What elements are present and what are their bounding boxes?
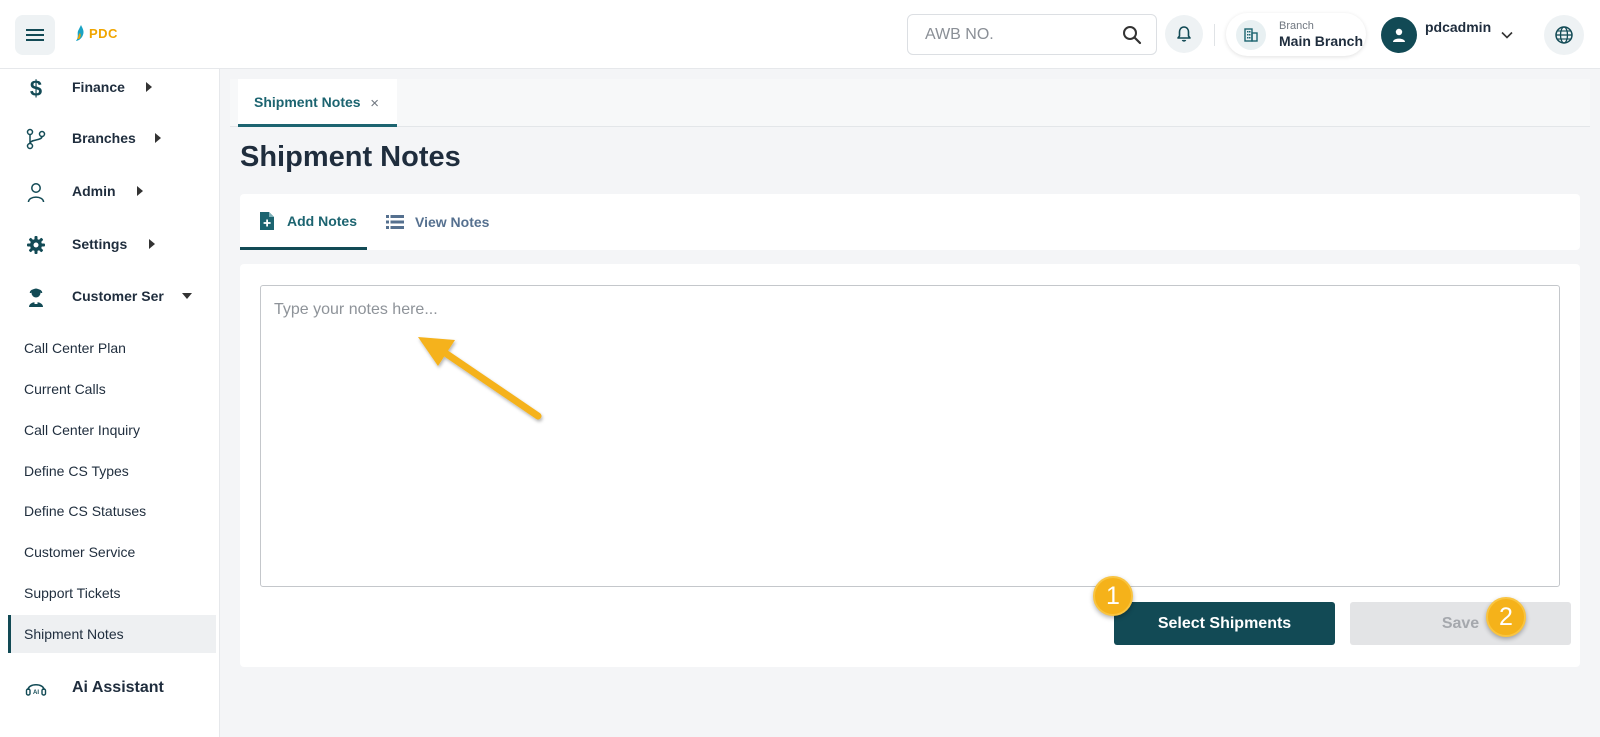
awb-search-input[interactable]	[908, 15, 1108, 54]
step-badge-1: 1	[1093, 576, 1133, 616]
gear-icon	[24, 233, 48, 257]
sidebar-item-customer-service[interactable]: Customer Ser	[0, 276, 220, 316]
add-document-icon	[260, 211, 274, 230]
caret-right-icon	[155, 133, 161, 143]
branch-selector[interactable]: Branch Main Branch	[1226, 13, 1366, 56]
sidebar-item-branches[interactable]: Branches	[0, 118, 220, 158]
tab-view-notes[interactable]: View Notes	[386, 194, 506, 250]
sidebar-item-label: Ai Assistant	[72, 679, 164, 696]
sidebar-item-label: Customer Ser	[72, 288, 164, 304]
sidebar-item-label: Branches	[72, 130, 136, 146]
sidebar-subitem-define-cs-types[interactable]: Define CS Types	[8, 452, 216, 490]
tab-label: Shipment Notes	[254, 93, 361, 110]
language-button[interactable]	[1544, 15, 1584, 55]
user-icon	[24, 180, 48, 204]
save-button[interactable]: Save	[1350, 602, 1571, 645]
avatar	[1381, 17, 1417, 53]
notifications-button[interactable]	[1165, 15, 1203, 53]
sidebar-item-label: Finance	[72, 79, 125, 95]
user-menu[interactable]: pdcadmin	[1381, 15, 1513, 55]
tab-add-notes[interactable]: Add Notes	[240, 194, 367, 250]
sidebar-subitem-call-center-inquiry[interactable]: Call Center Inquiry	[8, 411, 216, 449]
bell-icon	[1177, 26, 1191, 42]
person-icon	[1393, 28, 1405, 42]
sidebar-subitem-define-cs-statuses[interactable]: Define CS Statuses	[8, 492, 216, 530]
notes-textarea[interactable]	[260, 285, 1560, 587]
branch-icon	[24, 127, 48, 151]
step-badge-2: 2	[1486, 597, 1526, 637]
close-icon[interactable]: ×	[370, 95, 379, 112]
notes-card: Select Shipments Save	[240, 264, 1580, 667]
sidebar-subitem-customer-service[interactable]: Customer Service	[8, 533, 216, 571]
top-bar: PDC Branch Main Bra	[0, 0, 1600, 69]
svg-text:AI: AI	[33, 690, 39, 696]
awb-search-box	[907, 14, 1157, 55]
agent-icon	[24, 285, 48, 309]
chevron-down-icon	[1501, 31, 1513, 39]
logo-text: PDC	[89, 25, 118, 41]
caret-right-icon	[146, 82, 152, 92]
sidebar-item-finance[interactable]: $ Finance	[0, 67, 220, 107]
sidebar-subitem-support-tickets[interactable]: Support Tickets	[8, 574, 216, 612]
caret-down-icon	[182, 293, 192, 299]
select-shipments-button[interactable]: Select Shipments	[1114, 602, 1335, 645]
username: pdcadmin	[1425, 19, 1492, 35]
sidebar-item-label: Admin	[72, 183, 116, 199]
svg-text:$: $	[30, 76, 42, 100]
subtab-bar: Add Notes View Notes	[240, 194, 1580, 250]
sidebar-item-settings[interactable]: Settings	[0, 224, 220, 264]
globe-icon	[1555, 26, 1573, 44]
caret-right-icon	[149, 239, 155, 249]
sidebar-subitem-current-calls[interactable]: Current Calls	[8, 370, 216, 408]
sidebar-subitem-call-center-plan[interactable]: Call Center Plan	[8, 329, 216, 367]
page-title: Shipment Notes	[240, 141, 461, 173]
branch-caption: Branch	[1279, 20, 1314, 32]
logo-flame-icon	[76, 25, 84, 41]
ai-headset-icon: AI	[24, 677, 48, 701]
tab-view-notes-label: View Notes	[415, 214, 490, 230]
header-divider	[1214, 24, 1215, 46]
sidebar-item-admin[interactable]: Admin	[0, 171, 220, 211]
list-icon	[386, 215, 404, 229]
tab-add-notes-label: Add Notes	[287, 212, 357, 229]
tab-strip: Shipment Notes ×	[230, 79, 1590, 127]
sidebar: $ Finance Branches Admin Settings Custom…	[0, 69, 220, 737]
main-content: Shipment Notes × Shipment Notes Add Note…	[230, 79, 1590, 729]
menu-button[interactable]	[15, 15, 55, 55]
caret-right-icon	[137, 186, 143, 196]
building-icon	[1236, 20, 1266, 50]
sidebar-item-label: Settings	[72, 236, 128, 252]
dollar-icon: $	[24, 76, 48, 100]
branch-name: Main Branch	[1279, 33, 1364, 49]
tab-shipment-notes[interactable]: Shipment Notes ×	[238, 79, 397, 127]
search-icon[interactable]	[1122, 25, 1142, 45]
hamburger-icon	[26, 29, 44, 41]
logo[interactable]: PDC	[74, 24, 118, 42]
sidebar-item-ai-assistant[interactable]: AI Ai Assistant	[0, 668, 220, 708]
sidebar-subitem-shipment-notes[interactable]: Shipment Notes	[8, 615, 216, 653]
